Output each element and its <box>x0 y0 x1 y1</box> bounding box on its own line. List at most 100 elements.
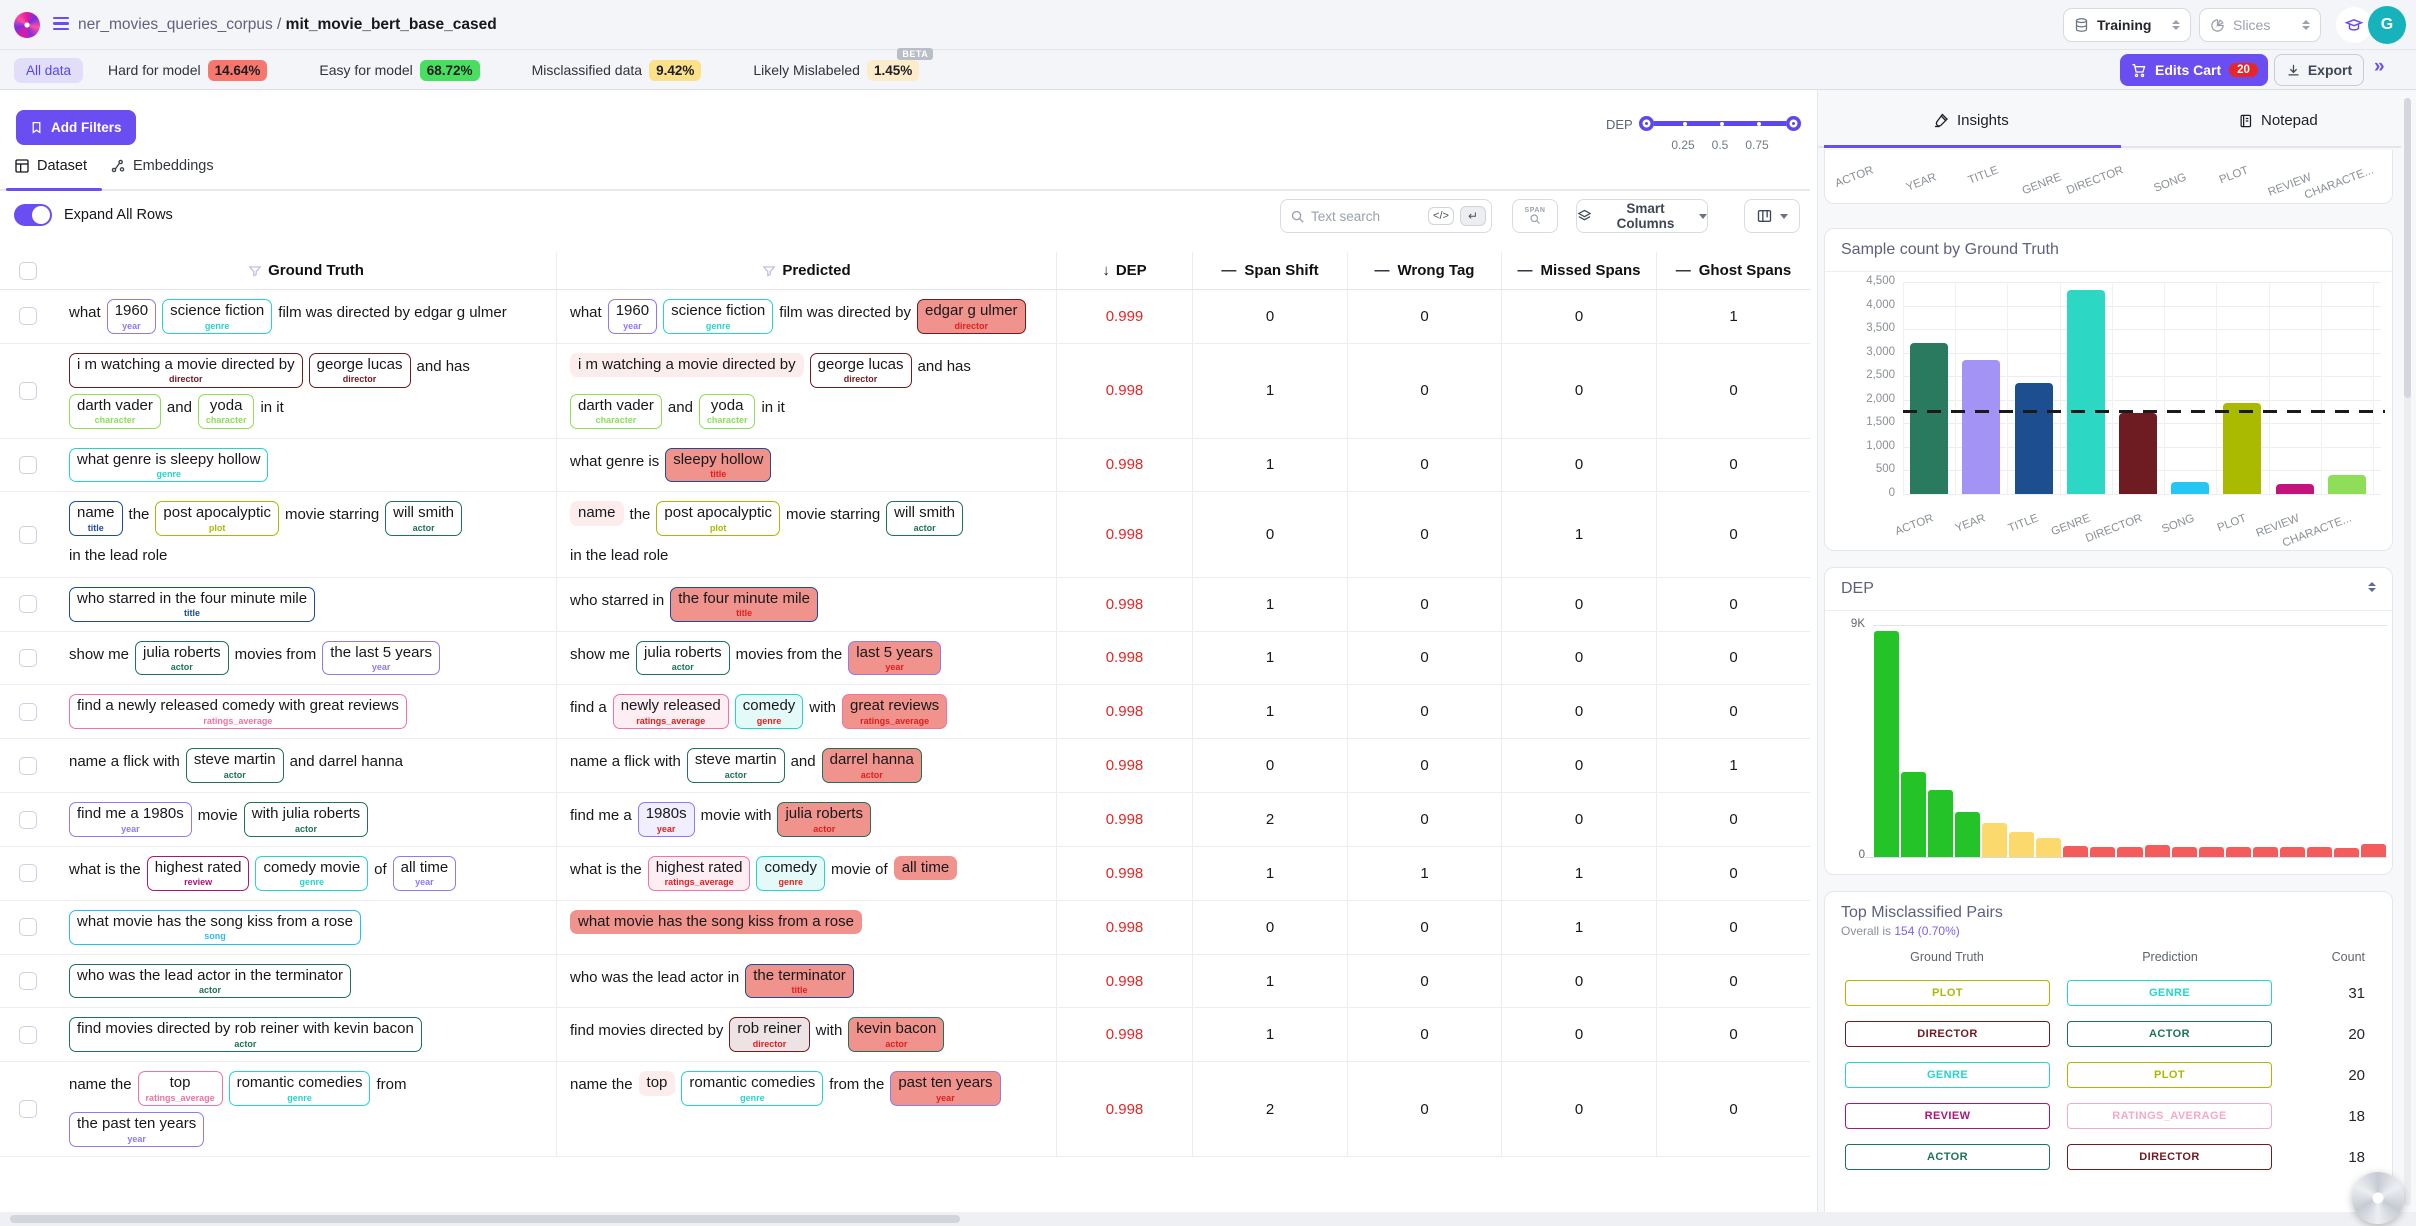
entity-token: i m watching a movie directed by <box>570 353 804 378</box>
dep-range-slider[interactable]: DEP 0.25 0.5 0.75 <box>1606 112 1802 152</box>
header-span-shift[interactable]: — Span Shift <box>1192 252 1347 289</box>
help-widget-button[interactable] <box>2352 1172 2404 1224</box>
dep-slider-handle-max[interactable] <box>1786 116 1801 131</box>
hamburger-menu-icon[interactable] <box>53 17 69 31</box>
dep-slider-handle-min[interactable] <box>1639 116 1654 131</box>
table-row[interactable]: what1960yearscience fictiongenrefilm was… <box>0 290 1810 344</box>
add-filters-button[interactable]: Add Filters <box>16 110 136 145</box>
stat-value-badge[interactable]: 1.45% <box>867 60 919 81</box>
table-row[interactable]: what genre is sleepy hollowgenrewhat gen… <box>0 439 1810 493</box>
header-dep[interactable]: ↓ DEP <box>1056 252 1192 289</box>
span-shift-value: 0 <box>1192 290 1347 343</box>
tab-insights[interactable]: Insights <box>1933 112 2009 129</box>
columns-config-button[interactable] <box>1744 199 1800 233</box>
export-button[interactable]: Export <box>2274 54 2364 86</box>
token-tag-label: ratings_average <box>621 716 721 726</box>
row-checkbox[interactable] <box>19 1026 37 1044</box>
horizontal-scrollbar-thumb[interactable] <box>10 1215 960 1223</box>
search-input[interactable] <box>1311 209 1422 224</box>
ghost-spans-value: 0 <box>1656 847 1810 900</box>
table-row[interactable]: i m watching a movie directed bydirector… <box>0 344 1810 439</box>
token-tag-label: title <box>753 985 846 995</box>
table-grid-icon <box>14 158 30 174</box>
breadcrumb-project[interactable]: ner_movies_queries_corpus <box>78 16 273 33</box>
user-avatar[interactable]: G <box>2368 6 2406 44</box>
row-checkbox[interactable] <box>19 382 37 400</box>
stat-value-badge[interactable]: 14.64% <box>208 60 268 81</box>
entity-token: name the <box>68 1071 133 1097</box>
app-logo-icon[interactable] <box>14 12 40 38</box>
sort-neutral-icon[interactable]: — <box>1676 262 1691 279</box>
table-row[interactable]: show mejulia robertsactormovies fromthe … <box>0 632 1810 686</box>
table-row[interactable]: what movie has the song kiss from a rose… <box>0 901 1810 955</box>
expand-all-rows-toggle[interactable] <box>14 204 52 226</box>
missed-spans-value: 0 <box>1501 1008 1656 1061</box>
header-ground-truth[interactable]: Ground Truth <box>56 252 556 289</box>
sort-desc-icon[interactable]: ↓ <box>1102 262 1110 279</box>
tab-embeddings[interactable]: Embeddings <box>110 158 214 174</box>
row-checkbox[interactable] <box>19 703 37 721</box>
x-axis-label: ACTOR <box>1847 512 1935 555</box>
dep-slider-dot <box>1720 122 1724 126</box>
all-data-filter[interactable]: All data <box>14 58 83 83</box>
table-row[interactable]: find a newly released comedy with great … <box>0 685 1810 739</box>
table-row[interactable]: find movies directed by rob reiner with … <box>0 1008 1810 1062</box>
stat-value-badge[interactable]: 68.72% <box>420 60 480 81</box>
smart-columns-button[interactable]: Smart Columns <box>1576 199 1708 233</box>
collapse-panel-icon[interactable]: » <box>2374 56 2385 78</box>
token-text: darth vader <box>77 396 153 416</box>
table-row[interactable]: find me a 1980syearmoviewith julia rober… <box>0 793 1810 847</box>
row-checkbox[interactable] <box>19 864 37 882</box>
sort-neutral-icon[interactable]: — <box>1221 262 1236 279</box>
stat-value-badge[interactable]: 9.42% <box>649 60 701 81</box>
filter-funnel-icon[interactable] <box>762 264 776 278</box>
filter-funnel-icon[interactable] <box>248 264 262 278</box>
tab-dataset[interactable]: Dataset <box>14 158 87 174</box>
token-text: movie of <box>831 860 888 880</box>
slices-select[interactable]: Slices <box>2199 8 2321 42</box>
row-checkbox[interactable] <box>19 757 37 775</box>
table-row[interactable]: who was the lead actor in the terminator… <box>0 955 1810 1009</box>
text-search-box[interactable]: </> ↵ <box>1280 199 1492 233</box>
dataset-split-select[interactable]: Training <box>2063 8 2191 42</box>
header-ghost-spans[interactable]: — Ghost Spans <box>1656 252 1810 289</box>
select-all-checkbox[interactable] <box>19 262 37 280</box>
dep-card-sort-icon[interactable] <box>2368 582 2376 592</box>
dep-slider-track[interactable]: 0.25 0.5 0.75 <box>1646 121 1794 126</box>
row-checkbox[interactable] <box>19 1100 37 1118</box>
row-checkbox[interactable] <box>19 307 37 325</box>
ghost-spans-value: 0 <box>1656 492 1810 576</box>
enter-key-icon[interactable]: ↵ <box>1460 206 1486 226</box>
header-missed-spans[interactable]: — Missed Spans <box>1501 252 1656 289</box>
panel-scrollbar-thumb[interactable] <box>2404 98 2411 398</box>
row-checkbox[interactable] <box>19 811 37 829</box>
table-row[interactable]: what is thehighest ratedreviewcomedy mov… <box>0 847 1810 901</box>
row-checkbox[interactable] <box>19 649 37 667</box>
entity-token: i m watching a movie directed bydirector <box>69 353 303 388</box>
token-text: post apocalyptic <box>163 503 271 523</box>
row-checkbox[interactable] <box>19 972 37 990</box>
row-checkbox[interactable] <box>19 456 37 474</box>
span-search-button[interactable]: SPAN <box>1512 199 1558 233</box>
table-row[interactable]: nametitlethepost apocalypticplotmovie st… <box>0 492 1810 577</box>
row-checkbox[interactable] <box>19 526 37 544</box>
entity-token: in it <box>760 394 785 420</box>
ghost-spans-value: 0 <box>1656 632 1810 685</box>
code-search-icon[interactable]: </> <box>1428 207 1454 225</box>
tab-notepad[interactable]: Notepad <box>2238 112 2318 129</box>
table-row[interactable]: who starred in the four minute miletitle… <box>0 578 1810 632</box>
dep-slider-dot <box>1757 122 1761 126</box>
learn-button[interactable] <box>2336 7 2372 43</box>
table-row[interactable]: name a flick withsteve martinactorand da… <box>0 739 1810 793</box>
row-checkbox[interactable] <box>19 918 37 936</box>
header-wrong-tag[interactable]: — Wrong Tag <box>1347 252 1501 289</box>
overall-count-link[interactable]: 154 (0.70%) <box>1894 924 1959 938</box>
sort-neutral-icon[interactable]: — <box>1375 262 1390 279</box>
sort-neutral-icon[interactable]: — <box>1517 262 1532 279</box>
entity-token: what movie has the song kiss from a rose… <box>69 910 361 945</box>
row-checkbox[interactable] <box>19 595 37 613</box>
header-predicted[interactable]: Predicted <box>556 252 1056 289</box>
edits-cart-button[interactable]: Edits Cart 20 <box>2120 54 2268 86</box>
table-row[interactable]: name thetopratings_averageromantic comed… <box>0 1062 1810 1157</box>
horizontal-scrollbar[interactable] <box>0 1212 2416 1226</box>
